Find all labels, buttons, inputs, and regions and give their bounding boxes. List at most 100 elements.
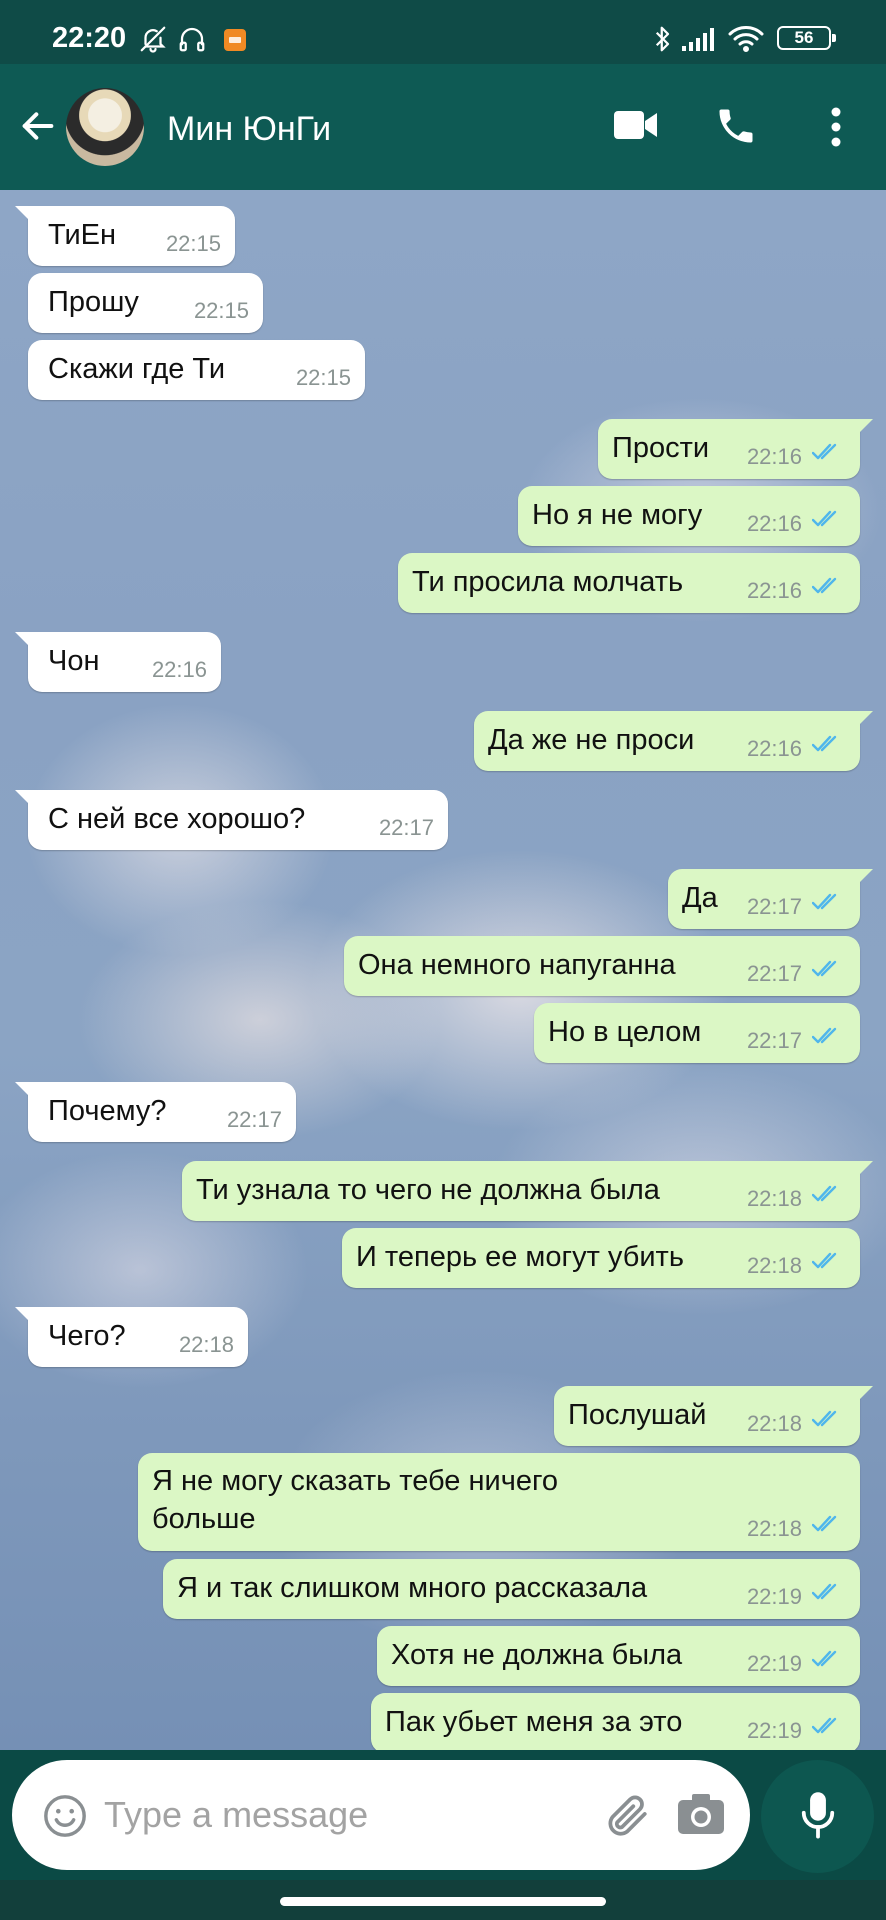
message-bubble-incoming[interactable]: Прошу 22:15 <box>28 273 263 333</box>
camera-icon[interactable] <box>676 1792 726 1841</box>
message-text: Скажи где Ти <box>48 353 226 385</box>
chat-header: Мин ЮнГи <box>0 64 886 190</box>
message-time: 22:16 <box>746 511 802 536</box>
message-time: 22:16 <box>746 736 802 761</box>
message-input[interactable] <box>104 1790 484 1840</box>
read-ticks-icon <box>811 1251 844 1276</box>
message-text: Ти просила молчать <box>412 566 684 598</box>
message-time: 22:15 <box>193 298 249 323</box>
message-text: С ней все хорошо? <box>48 803 306 835</box>
read-ticks-icon <box>811 1649 844 1674</box>
message-text: Я не могу сказать тебе ничего больше <box>152 1465 559 1535</box>
message-time: 22:15 <box>295 365 351 390</box>
message-text: И теперь ее могут убить <box>356 1241 684 1273</box>
message-time: 22:17 <box>746 961 802 986</box>
message-bubble-outgoing[interactable]: Я и так слишком много рассказала 22:19 <box>163 1559 860 1619</box>
message-text: ТиЕн <box>48 219 116 251</box>
message-bubble-outgoing[interactable]: Ти просила молчать 22:16 <box>398 553 860 613</box>
message-text: Но в целом <box>548 1016 702 1048</box>
read-ticks-icon <box>811 1582 844 1607</box>
message-bubble-incoming[interactable]: Почему? 22:17 <box>15 1082 296 1142</box>
message-composer <box>12 1760 750 1870</box>
message-text: Да же не проси <box>488 724 695 756</box>
bell-off-icon <box>138 24 168 59</box>
message-time: 22:17 <box>746 1028 802 1053</box>
read-ticks-icon <box>811 1026 844 1051</box>
message-text: Да <box>682 882 718 914</box>
message-text: Прости <box>612 432 710 464</box>
message-time: 22:18 <box>746 1516 802 1541</box>
message-time: 22:15 <box>165 231 221 256</box>
message-time: 22:19 <box>746 1718 802 1743</box>
message-bubble-outgoing[interactable]: Послушай 22:18 <box>554 1386 873 1446</box>
read-ticks-icon <box>811 734 844 759</box>
signal-icon <box>682 28 718 57</box>
message-text: Прошу <box>48 286 139 318</box>
attach-icon[interactable] <box>600 1790 652 1845</box>
app-notification-icon <box>224 29 246 56</box>
chat-area[interactable]: ТиЕн 22:15 Прошу 22:15 Скажи где Ти 22:1… <box>0 190 886 1750</box>
message-bubble-outgoing[interactable]: Хотя не должна была 22:19 <box>377 1626 860 1686</box>
message-time: 22:16 <box>151 657 207 682</box>
message-bubble-outgoing[interactable]: Она немного напуганна 22:17 <box>344 936 860 996</box>
message-time: 22:17 <box>378 815 434 840</box>
read-ticks-icon <box>811 1184 844 1209</box>
headphones-icon <box>176 24 208 59</box>
message-time: 22:16 <box>746 578 802 603</box>
message-text: Ти узнала то чего не должна была <box>196 1174 660 1206</box>
message-text: Почему? <box>48 1095 167 1127</box>
message-bubble-outgoing[interactable]: Но я не могу 22:16 <box>518 486 860 546</box>
message-time: 22:17 <box>746 894 802 919</box>
read-ticks-icon <box>811 1514 844 1539</box>
message-bubble-outgoing[interactable]: Да же не проси 22:16 <box>474 711 873 771</box>
video-call-icon[interactable] <box>614 108 658 147</box>
home-indicator[interactable] <box>280 1897 606 1906</box>
message-text: Но я не могу <box>532 499 703 531</box>
message-bubble-outgoing[interactable]: Ти узнала то чего не должна была 22:18 <box>182 1161 873 1221</box>
mic-icon <box>801 1792 835 1839</box>
message-time: 22:19 <box>746 1651 802 1676</box>
more-vert-icon[interactable] <box>826 106 846 153</box>
message-text: Я и так слишком много рассказала <box>177 1572 648 1604</box>
read-ticks-icon <box>811 959 844 984</box>
message-bubble-outgoing[interactable]: Да 22:17 <box>668 869 873 929</box>
message-text: Чего? <box>48 1320 126 1352</box>
read-ticks-icon <box>811 892 844 917</box>
message-text: Послушай <box>568 1399 707 1431</box>
message-bubble-outgoing[interactable]: Но в целом 22:17 <box>534 1003 860 1063</box>
message-time: 22:18 <box>178 1332 234 1357</box>
battery-icon: 56 <box>777 26 836 50</box>
message-bubble-incoming[interactable]: Чего? 22:18 <box>15 1307 248 1367</box>
message-time: 22:18 <box>746 1186 802 1211</box>
message-bubble-outgoing[interactable]: Я не могу сказать тебе ничего больше 22:… <box>138 1453 860 1551</box>
message-bubble-incoming[interactable]: С ней все хорошо? 22:17 <box>15 790 448 850</box>
status-time: 22:20 <box>52 22 127 54</box>
wifi-icon <box>728 26 764 57</box>
bluetooth-icon <box>652 24 674 59</box>
emoji-icon[interactable] <box>42 1793 88 1844</box>
message-text: Она немного напуганна <box>358 949 676 981</box>
avatar[interactable] <box>66 88 144 166</box>
message-text: Пак убьет меня за это <box>385 1706 683 1738</box>
message-bubble-incoming[interactable]: ТиЕн 22:15 <box>15 206 235 266</box>
message-text: Хотя не должна была <box>391 1639 683 1671</box>
back-arrow-icon[interactable] <box>18 106 58 151</box>
read-ticks-icon <box>811 1409 844 1434</box>
message-bubble-outgoing[interactable]: И теперь ее могут убить 22:18 <box>342 1228 860 1288</box>
message-time: 22:16 <box>746 444 802 469</box>
phone-call-icon[interactable] <box>714 104 758 153</box>
contact-name[interactable]: Мин ЮнГи <box>167 110 331 149</box>
message-bubble-incoming[interactable]: Чон 22:16 <box>15 632 221 692</box>
message-time: 22:17 <box>226 1107 282 1132</box>
read-ticks-icon <box>811 1716 844 1741</box>
read-ticks-icon <box>811 442 844 467</box>
message-bubble-outgoing[interactable]: Пак убьет меня за это 22:19 <box>371 1693 860 1750</box>
message-time: 22:19 <box>746 1584 802 1609</box>
mic-button[interactable] <box>761 1760 874 1873</box>
message-bubble-outgoing[interactable]: Прости 22:16 <box>598 419 873 479</box>
message-time: 22:18 <box>746 1253 802 1278</box>
message-time: 22:18 <box>746 1411 802 1436</box>
read-ticks-icon <box>811 576 844 601</box>
message-bubble-incoming[interactable]: Скажи где Ти 22:15 <box>28 340 365 400</box>
message-text: Чон <box>48 645 100 677</box>
